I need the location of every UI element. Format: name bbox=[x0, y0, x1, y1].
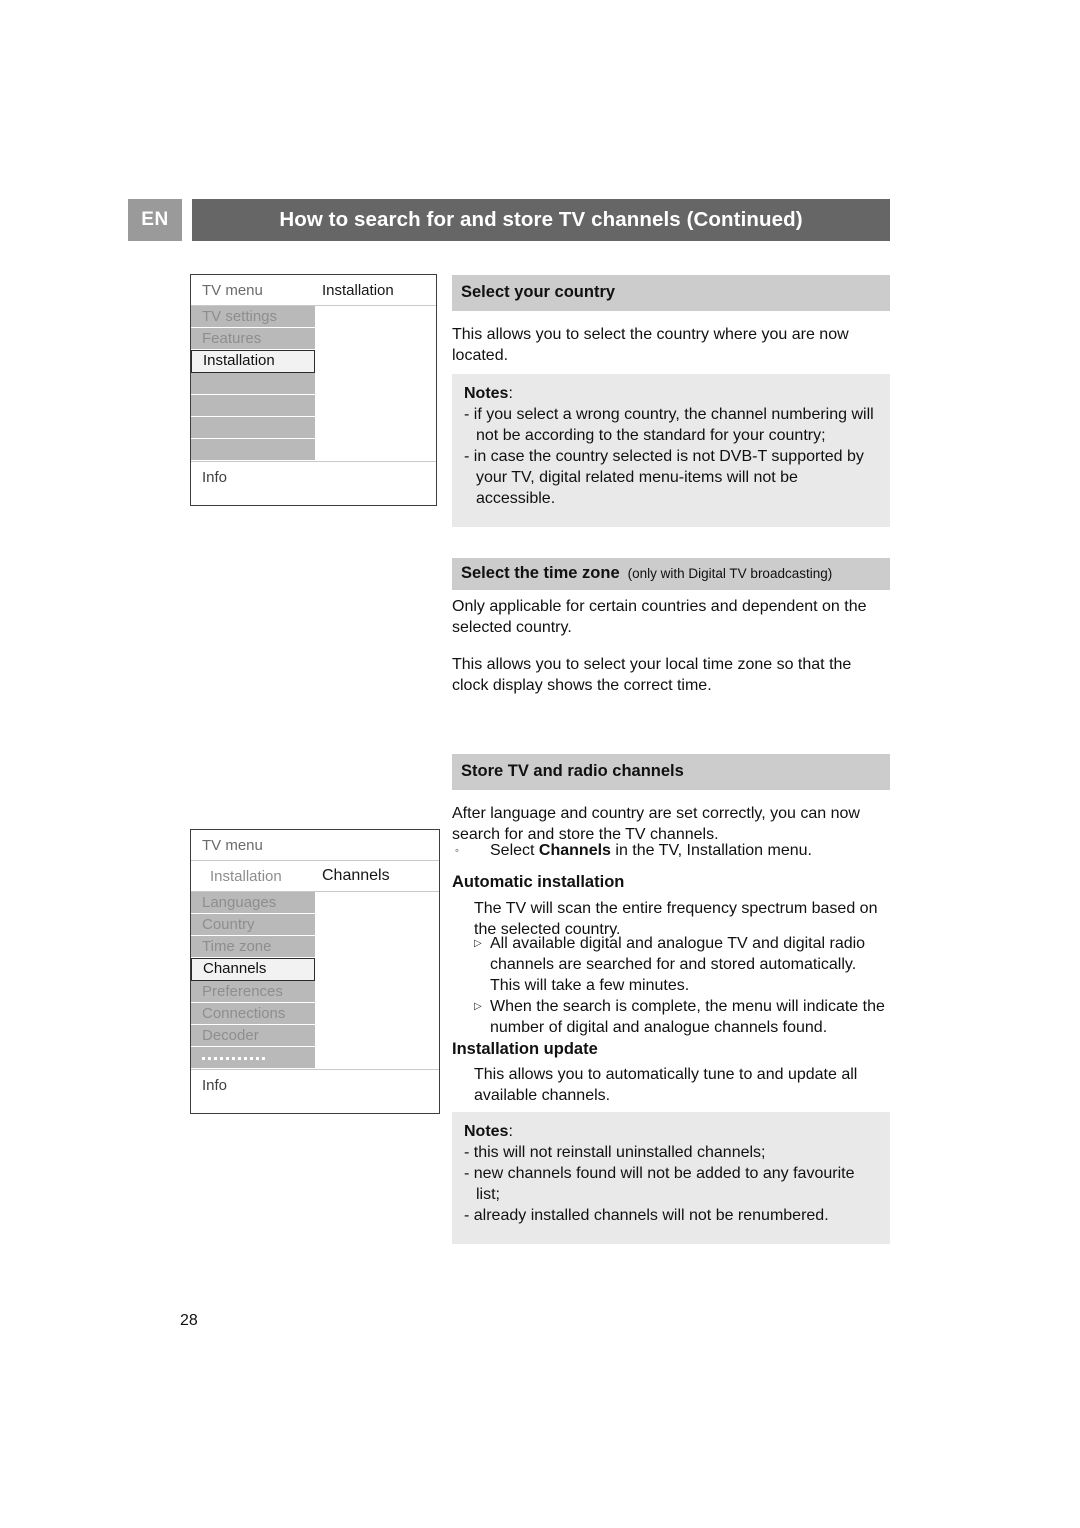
note-item: - this will not reinstall uninstalled ch… bbox=[464, 1144, 766, 1161]
notes-list-installation-update: - this will not reinstall uninstalled ch… bbox=[464, 1142, 878, 1226]
automatic-installation-heading: Automatic installation bbox=[452, 873, 625, 891]
menu-item[interactable]: TV settings bbox=[191, 306, 315, 328]
tv-menu-1-info-bar: Info bbox=[191, 461, 436, 505]
circle-bullet-icon: ◦ bbox=[455, 845, 459, 857]
installation-update-paragraph-wrap: This allows you to automatically tune to… bbox=[452, 1064, 890, 1106]
notes-title: Notes: bbox=[464, 385, 878, 403]
bullet-text: All available digital and analogue TV an… bbox=[490, 935, 866, 994]
section-band-time-zone: Select the time zone (only with Digital T… bbox=[452, 558, 890, 590]
notes-box-installation-update: Notes: - this will not reinstall uninsta… bbox=[452, 1112, 890, 1244]
page-header: EN How to search for and store TV channe… bbox=[128, 199, 890, 241]
store-channels-paragraph: After language and country are set corre… bbox=[452, 805, 860, 843]
menu-item-selected[interactable]: Channels bbox=[191, 958, 315, 981]
section-heading-time-zone: Select the time zone bbox=[461, 564, 620, 582]
tv-menu-2-subbar: Installation Channels bbox=[191, 861, 439, 892]
section-heading-store-channels: Store TV and radio channels bbox=[461, 762, 684, 780]
store-channels-bullet-wrap: ◦ Select Channels in the TV, Installatio… bbox=[452, 840, 890, 862]
menu-item-empty bbox=[191, 439, 315, 461]
tv-menu-1-body: TV settings Features Installation bbox=[191, 306, 436, 461]
menu-item-more-dots: ............ bbox=[191, 1047, 315, 1069]
notes-title-colon: : bbox=[508, 385, 513, 402]
bullet-text-before: Select bbox=[490, 842, 539, 859]
tv-menu-2-topbar: TV menu bbox=[191, 830, 439, 861]
menu-item[interactable]: Connections bbox=[191, 1003, 315, 1025]
menu-item[interactable]: Country bbox=[191, 914, 315, 936]
tv-menu-2-detail-pane bbox=[315, 892, 439, 1069]
tv-menu-2-parent-item: Installation bbox=[210, 867, 282, 885]
header-bar: How to search for and store TV channels … bbox=[192, 199, 890, 241]
tv-menu-2-item-list: Languages Country Time zone Channels Pre… bbox=[191, 892, 315, 1069]
note-item: - already installed channels will not be… bbox=[464, 1207, 829, 1224]
list-item: ▷ All available digital and analogue TV … bbox=[452, 933, 890, 996]
note-item: - new channels found will not be added t… bbox=[464, 1165, 855, 1203]
select-country-paragraph-wrap: This allows you to select the country wh… bbox=[452, 324, 890, 366]
list-item: ◦ Select Channels in the TV, Installatio… bbox=[452, 840, 890, 862]
language-badge: EN bbox=[128, 199, 182, 241]
list-item: ▷ When the search is complete, the menu … bbox=[452, 996, 890, 1038]
menu-item[interactable]: Languages bbox=[191, 892, 315, 914]
installation-update-heading: Installation update bbox=[452, 1040, 598, 1058]
tv-menu-1-item-list: TV settings Features Installation bbox=[191, 306, 315, 461]
tv-menu-1-title: TV menu bbox=[202, 281, 263, 299]
bullet-text-after: in the TV, Installation menu. bbox=[610, 842, 812, 859]
tv-menu-screenshot-channels: TV menu Installation Channels Languages … bbox=[190, 829, 440, 1114]
select-country-paragraph: This allows you to select the country wh… bbox=[452, 326, 849, 364]
tv-menu-2-body: Languages Country Time zone Channels Pre… bbox=[191, 892, 439, 1069]
notes-title: Notes: bbox=[464, 1123, 878, 1141]
installation-update-paragraph: This allows you to automatically tune to… bbox=[474, 1066, 858, 1104]
tv-menu-1-current-page: Installation bbox=[322, 281, 394, 299]
notes-list-country: - if you select a wrong country, the cha… bbox=[464, 404, 878, 509]
bullet-text: When the search is complete, the menu wi… bbox=[490, 998, 885, 1036]
automatic-installation-bullets-wrap: ▷ All available digital and analogue TV … bbox=[452, 933, 890, 1038]
bullet-text: Select Channels in the TV, Installation … bbox=[490, 840, 890, 861]
time-zone-paragraph-1: Only applicable for certain countries an… bbox=[452, 598, 867, 636]
notes-title-text: Notes bbox=[464, 1123, 509, 1140]
section-band-store-channels: Store TV and radio channels bbox=[452, 754, 890, 790]
store-channels-paragraph-wrap: After language and country are set corre… bbox=[452, 803, 890, 845]
menu-item[interactable]: Features bbox=[191, 328, 315, 350]
notes-title-text: Notes bbox=[464, 385, 509, 402]
section-heading-select-country: Select your country bbox=[461, 283, 616, 301]
time-zone-paragraph-2: This allows you to select your local tim… bbox=[452, 656, 852, 694]
notes-box-country: Notes: - if you select a wrong country, … bbox=[452, 374, 890, 527]
notes-title-colon: : bbox=[508, 1123, 513, 1140]
automatic-installation-bullet-list: ▷ All available digital and analogue TV … bbox=[452, 933, 890, 1038]
tv-menu-2-title: TV menu bbox=[202, 836, 263, 854]
tv-menu-2-current-page: Channels bbox=[322, 867, 390, 884]
triangle-right-bullet-icon: ▷ bbox=[474, 1001, 482, 1012]
section-heading-time-zone-qualifier: (only with Digital TV broadcasting) bbox=[627, 566, 833, 581]
time-zone-paragraph-1-wrap: Only applicable for certain countries an… bbox=[452, 596, 890, 638]
installation-update-heading-wrap: Installation update bbox=[452, 1040, 890, 1059]
store-channels-bullet-list: ◦ Select Channels in the TV, Installatio… bbox=[452, 840, 890, 862]
page-number: 28 bbox=[180, 1312, 198, 1329]
tv-menu-screenshot-installation: TV menu Installation TV settings Feature… bbox=[190, 274, 437, 506]
bullet-text-bold: Channels bbox=[538, 842, 611, 859]
menu-item-selected[interactable]: Installation bbox=[191, 350, 315, 373]
menu-item-empty bbox=[191, 373, 315, 395]
tv-menu-1-topbar: TV menu Installation bbox=[191, 275, 436, 306]
note-item: - if you select a wrong country, the cha… bbox=[464, 406, 874, 444]
tv-menu-2-info-bar: Info bbox=[191, 1069, 439, 1113]
section-band-select-country: Select your country bbox=[452, 275, 890, 311]
menu-item[interactable]: Time zone bbox=[191, 936, 315, 958]
automatic-installation-heading-wrap: Automatic installation bbox=[452, 873, 890, 892]
menu-item-empty bbox=[191, 417, 315, 439]
time-zone-paragraph-2-wrap: This allows you to select your local tim… bbox=[452, 654, 890, 696]
menu-item[interactable]: Preferences bbox=[191, 981, 315, 1003]
page-title: How to search for and store TV channels … bbox=[279, 208, 803, 231]
menu-item[interactable]: Decoder bbox=[191, 1025, 315, 1047]
menu-item-empty bbox=[191, 395, 315, 417]
note-item: - in case the country selected is not DV… bbox=[464, 448, 864, 507]
triangle-right-bullet-icon: ▷ bbox=[474, 938, 482, 949]
tv-menu-1-detail-pane bbox=[315, 306, 436, 461]
